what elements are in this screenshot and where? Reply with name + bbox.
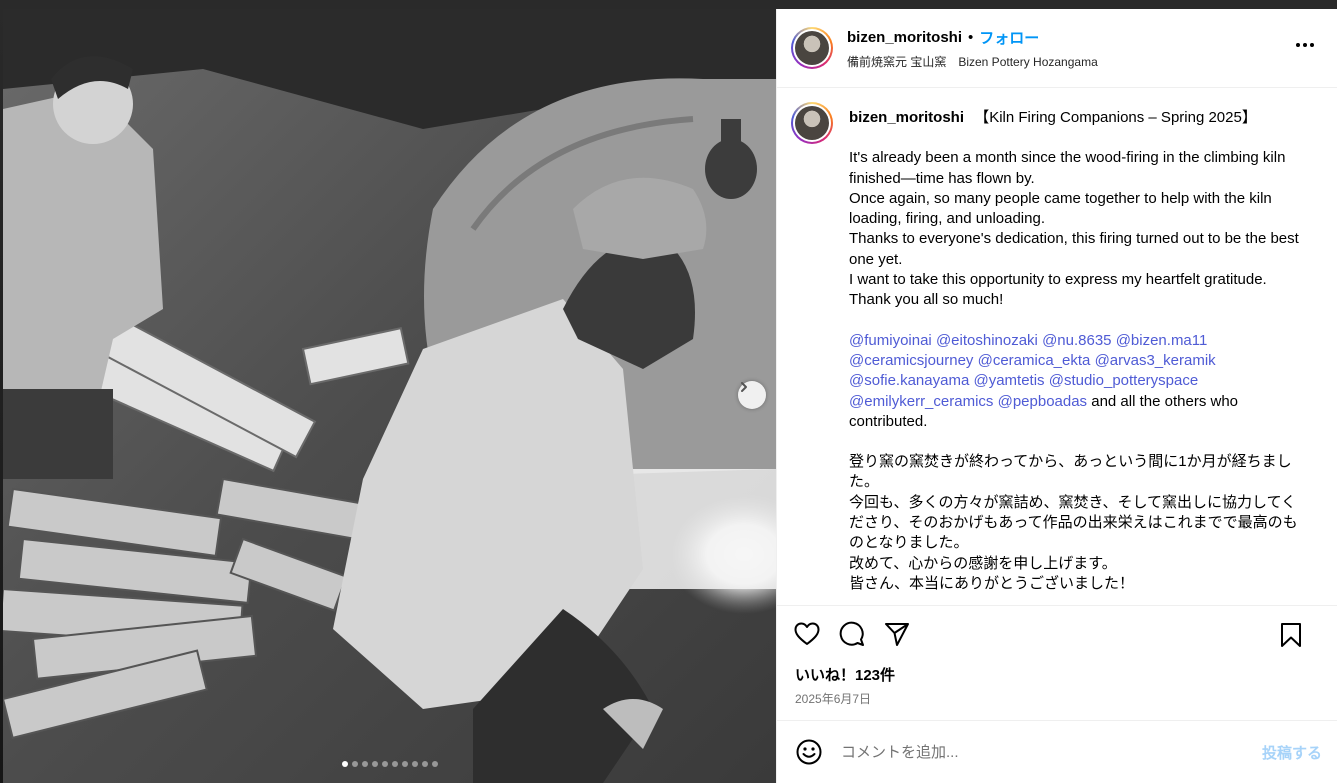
like-count[interactable]: いいね！123件	[777, 662, 1337, 686]
action-bar	[777, 605, 1337, 662]
photo-illustration	[3, 9, 776, 783]
caption-line: I want to take this opportunity to expre…	[849, 271, 1267, 289]
caption-section: bizen_moritoshi 【Kiln Firing Companions …	[777, 88, 1337, 605]
mention-link[interactable]: @ceramicsjourney	[849, 352, 973, 369]
carousel-dot	[381, 761, 388, 767]
avatar	[795, 106, 829, 140]
comment-bar: 投稿する	[777, 720, 1337, 783]
chevron-right-icon	[741, 382, 747, 392]
comment-icon	[839, 621, 864, 646]
carousel-dot	[411, 761, 418, 767]
mention-link[interactable]: @bizen.ma11	[1116, 332, 1208, 349]
heart-icon	[794, 622, 820, 645]
mention-link[interactable]: @nu.8635	[1042, 332, 1111, 349]
bookmark-icon	[1281, 623, 1301, 647]
carousel-dot	[391, 761, 398, 767]
comment-button[interactable]	[838, 620, 866, 648]
caption-text: bizen_moritoshi 【Kiln Firing Companions …	[849, 102, 1305, 594]
post-dialog: bizen_moritoshi • フォロー 備前焼窯元 宝山窯 Bizen P…	[3, 9, 1337, 783]
next-slide-button[interactable]	[738, 381, 766, 409]
carousel-dot	[361, 761, 368, 767]
caption-english: It's already been a month since the wood…	[849, 148, 1305, 310]
caption-line: Thanks to everyone's dedication, this fi…	[849, 230, 1299, 268]
save-button[interactable]	[1277, 621, 1305, 649]
emoji-icon[interactable]	[795, 738, 823, 766]
caption-line: Thank you all so much!	[849, 291, 1004, 309]
caption-japanese: 登り窯の窯焚きが終わってから、あっという間に1か月が経ちました。 今回も、多くの…	[849, 452, 1305, 594]
header-username[interactable]: bizen_moritoshi	[847, 29, 962, 46]
post-comment-button[interactable]: 投稿する	[1262, 742, 1322, 763]
caption-title: 【Kiln Firing Companions – Spring 2025】	[974, 109, 1257, 126]
caption-username[interactable]: bizen_moritoshi	[849, 109, 964, 126]
share-button[interactable]	[883, 620, 911, 648]
caption-line: Once again, so many people came together…	[849, 189, 1272, 228]
post-photo[interactable]	[3, 9, 776, 783]
follow-button[interactable]: フォロー	[979, 27, 1039, 48]
like-button[interactable]	[793, 620, 821, 648]
carousel-dot	[401, 761, 408, 767]
caption-avatar[interactable]	[791, 102, 833, 144]
carousel-dot	[421, 761, 428, 767]
mention-link[interactable]: @emilykerr_ceramics	[849, 393, 993, 410]
carousel-dot	[431, 761, 438, 767]
caption-line: It's already been a month since the wood…	[849, 149, 1286, 187]
mention-link[interactable]: @ceramica_ekta	[978, 352, 1091, 369]
post-date[interactable]: 2025年6月7日	[777, 686, 1337, 720]
mention-link[interactable]: @arvas3_keramik	[1095, 352, 1216, 369]
carousel-dot	[351, 761, 358, 767]
comment-input[interactable]	[839, 742, 1223, 762]
header-separator: •	[968, 28, 974, 46]
carousel-indicators	[3, 761, 776, 767]
caption-mentions: @fumiyoinai @eitoshinozaki @nu.8635 @biz…	[849, 331, 1305, 432]
carousel-dot	[371, 761, 378, 767]
mention-link[interactable]: @yamtetis	[973, 372, 1044, 389]
caption-line: 改めて、心からの感謝を申し上げます。	[849, 554, 1117, 572]
mention-link[interactable]: @fumiyoinai	[849, 332, 932, 349]
caption-line: 今回も、多くの方々が窯詰め、窯焚き、そして窯出しに協力してくださり、そのおかげも…	[849, 493, 1298, 552]
more-options-button[interactable]	[1292, 39, 1318, 51]
carousel-dot	[341, 761, 348, 767]
header-subtitle[interactable]: 備前焼窯元 宝山窯 Bizen Pottery Hozangama	[847, 53, 1098, 70]
send-icon	[885, 623, 909, 646]
mention-link[interactable]: @pepboadas	[998, 393, 1087, 410]
caption-line: 皆さん、本当にありがとうございました！	[849, 574, 1135, 592]
mention-link[interactable]: @studio_potteryspace	[1049, 372, 1198, 389]
header-avatar[interactable]	[791, 27, 833, 69]
mention-link[interactable]: @sofie.kanayama	[849, 372, 969, 389]
post-side-panel: bizen_moritoshi • フォロー 備前焼窯元 宝山窯 Bizen P…	[776, 9, 1337, 783]
post-header: bizen_moritoshi • フォロー 備前焼窯元 宝山窯 Bizen P…	[777, 9, 1337, 88]
mention-link[interactable]: @eitoshinozaki	[936, 332, 1038, 349]
more-icon	[1296, 43, 1300, 47]
avatar	[795, 31, 829, 65]
caption-line: 登り窯の窯焚きが終わってから、あっという間に1か月が経ちました。	[849, 453, 1292, 491]
